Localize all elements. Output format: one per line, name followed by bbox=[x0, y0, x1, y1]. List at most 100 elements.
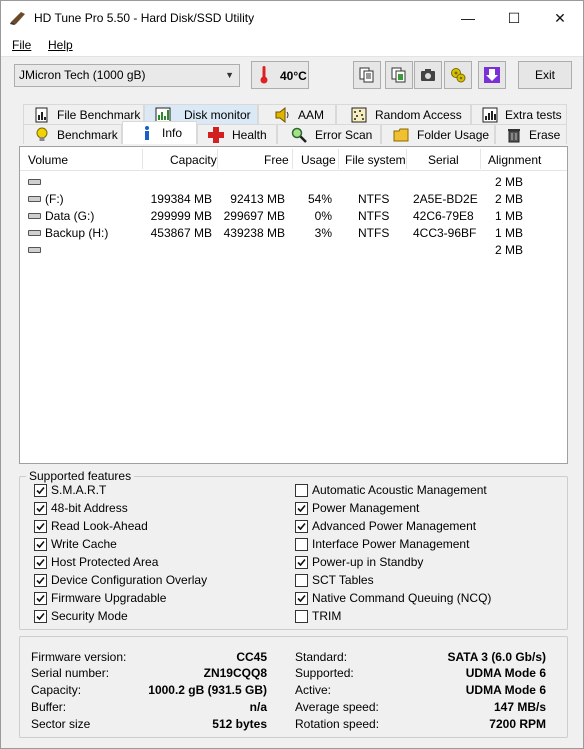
checkbox-checked-icon[interactable] bbox=[295, 520, 308, 533]
feature-label: SCT Tables bbox=[312, 573, 374, 587]
drive-select[interactable]: JMicron Tech (1000 gB) ▼ bbox=[14, 64, 240, 87]
info-serial: Serial number: ZN19CQQ8 bbox=[31, 666, 267, 682]
tab-erase[interactable]: Erase bbox=[495, 124, 567, 144]
tab-aam[interactable]: AAM bbox=[258, 104, 336, 124]
feature-label: Device Configuration Overlay bbox=[51, 573, 208, 587]
exit-button[interactable]: Exit bbox=[518, 61, 572, 89]
tab-error-scan-label: Error Scan bbox=[315, 128, 373, 142]
checkbox-checked-icon[interactable] bbox=[34, 484, 47, 497]
menu-help-label: Help bbox=[48, 38, 73, 52]
feature-label: Read Look-Ahead bbox=[51, 519, 148, 533]
info-value: 147 MB/s bbox=[493, 700, 546, 714]
volume-alignment: 2 MB bbox=[494, 175, 523, 189]
menu-file[interactable]: File bbox=[12, 38, 31, 52]
col-divider bbox=[292, 149, 293, 169]
col-divider bbox=[142, 149, 143, 169]
col-volume[interactable]: Volume bbox=[28, 153, 68, 167]
volume-capacity: 199384 MB bbox=[150, 192, 212, 206]
col-capacity[interactable]: Capacity bbox=[170, 153, 217, 167]
col-serial[interactable]: Serial bbox=[428, 153, 459, 167]
checkbox-checked-icon[interactable] bbox=[295, 592, 308, 605]
copy-screenshot-button[interactable] bbox=[385, 61, 413, 89]
info-supported: Supported: UDMA Mode 6 bbox=[295, 666, 546, 682]
volume-alignment: 1 MB bbox=[494, 226, 523, 240]
tab-benchmark[interactable]: Benchmark bbox=[23, 124, 122, 144]
feature-label: 48-bit Address bbox=[51, 501, 128, 515]
maximize-button[interactable]: ☐ bbox=[491, 1, 537, 35]
chevron-down-icon: ▼ bbox=[225, 70, 234, 80]
tab-extra-tests[interactable]: Extra tests bbox=[471, 104, 567, 124]
drive-icon bbox=[28, 230, 41, 236]
copy-text-icon bbox=[359, 67, 374, 83]
checkbox-checked-icon[interactable] bbox=[34, 502, 47, 515]
col-divider bbox=[217, 149, 218, 169]
info-label: Capacity: bbox=[31, 683, 82, 697]
drive-icon bbox=[28, 213, 41, 219]
col-divider bbox=[338, 149, 339, 169]
feature-label: TRIM bbox=[312, 609, 342, 623]
tab-random-access[interactable]: Random Access bbox=[336, 104, 471, 124]
checkbox-checked-icon[interactable] bbox=[34, 574, 47, 587]
col-divider bbox=[480, 149, 481, 169]
volume-list[interactable]: Volume Capacity Free Usage File system S… bbox=[19, 146, 568, 464]
checkbox-checked-icon[interactable] bbox=[34, 538, 47, 551]
info-value: CC45 bbox=[236, 650, 267, 664]
volume-row[interactable]: 2 MB bbox=[20, 242, 567, 259]
drive-select-value: JMicron Tech (1000 gB) bbox=[19, 68, 146, 82]
checkbox-checked-icon[interactable] bbox=[34, 592, 47, 605]
info-value: 512 bytes bbox=[212, 717, 267, 731]
col-file-system[interactable]: File system bbox=[345, 153, 406, 167]
info-icon bbox=[145, 126, 149, 140]
tab-folder-usage[interactable]: Folder Usage bbox=[381, 124, 495, 144]
checkbox-checked-icon[interactable] bbox=[295, 502, 308, 515]
health-cross-icon bbox=[208, 127, 224, 143]
checkbox-unchecked-icon[interactable] bbox=[295, 484, 308, 497]
volume-free: 439238 MB bbox=[223, 226, 285, 240]
info-average-speed: Average speed: 147 MB/s bbox=[295, 700, 546, 716]
col-usage[interactable]: Usage bbox=[301, 153, 336, 167]
options-button[interactable] bbox=[444, 61, 472, 89]
tab-health[interactable]: Health bbox=[197, 124, 277, 144]
info-label: Active: bbox=[295, 683, 332, 697]
supported-features-group: Supported features S.M.A.R.T 48-bit Addre… bbox=[19, 469, 568, 630]
feature-label: Interface Power Management bbox=[312, 537, 470, 551]
folder-icon bbox=[393, 128, 409, 142]
volume-usage: 54% bbox=[307, 192, 332, 206]
checkbox-unchecked-icon[interactable] bbox=[295, 610, 308, 623]
info-value: UDMA Mode 6 bbox=[465, 683, 546, 697]
menu-help[interactable]: Help bbox=[48, 38, 73, 52]
supported-features-title: Supported features bbox=[26, 469, 135, 483]
feature-label: Write Cache bbox=[51, 537, 117, 551]
volume-row[interactable]: Data (G:) 299999 MB 299697 MB 0% NTFS 42… bbox=[20, 208, 567, 225]
volume-row[interactable]: Backup (H:) 453867 MB 439238 MB 3% NTFS … bbox=[20, 225, 567, 242]
checkbox-unchecked-icon[interactable] bbox=[295, 538, 308, 551]
volume-serial: 4CC3-96BF bbox=[413, 226, 477, 240]
copy-text-button[interactable] bbox=[353, 61, 381, 89]
checkbox-checked-icon[interactable] bbox=[34, 610, 47, 623]
info-label: Rotation speed: bbox=[295, 717, 380, 731]
volume-name: (F:) bbox=[45, 192, 64, 206]
tab-info[interactable]: Info bbox=[122, 121, 197, 144]
checkbox-checked-icon[interactable] bbox=[34, 520, 47, 533]
save-button[interactable] bbox=[478, 61, 506, 89]
volume-row[interactable]: 2 MB bbox=[20, 174, 567, 191]
close-button[interactable]: ✕ bbox=[537, 1, 583, 35]
checkbox-checked-icon[interactable] bbox=[295, 556, 308, 569]
temperature-value: 40°C bbox=[280, 69, 307, 83]
minimize-button[interactable]: — bbox=[445, 1, 491, 35]
checkbox-unchecked-icon[interactable] bbox=[295, 574, 308, 587]
tab-error-scan[interactable]: Error Scan bbox=[277, 124, 381, 144]
info-value: UDMA Mode 6 bbox=[465, 666, 546, 680]
volume-row[interactable]: (F:) 199384 MB 92413 MB 54% NTFS 2A5E-BD… bbox=[20, 191, 567, 208]
info-label: Firmware version: bbox=[31, 650, 127, 664]
volume-usage: 3% bbox=[314, 226, 332, 240]
window-title: HD Tune Pro 5.50 - Hard Disk/SSD Utility bbox=[34, 11, 255, 25]
feature-label: Firmware Upgradable bbox=[51, 591, 167, 605]
col-free[interactable]: Free bbox=[264, 153, 289, 167]
info-label: Supported: bbox=[295, 666, 354, 680]
col-alignment[interactable]: Alignment bbox=[488, 153, 541, 167]
screenshot-button[interactable] bbox=[414, 61, 442, 89]
volume-capacity: 453867 MB bbox=[150, 226, 212, 240]
checkbox-checked-icon[interactable] bbox=[34, 556, 47, 569]
speaker-icon bbox=[275, 107, 289, 123]
